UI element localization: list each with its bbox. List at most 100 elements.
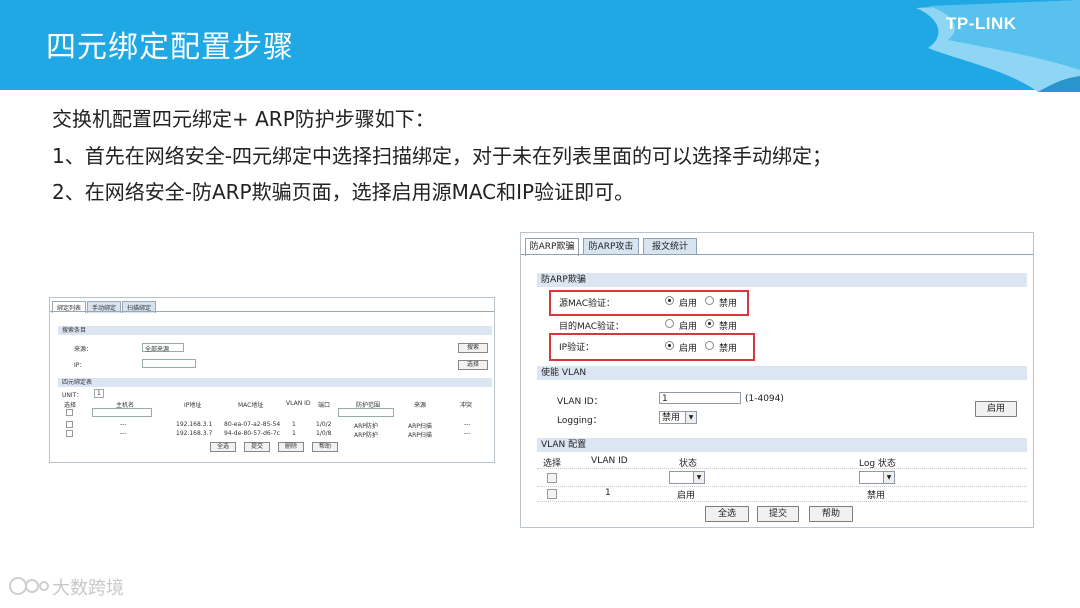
vlan-row-status: 启用 <box>677 491 696 501</box>
row-divider <box>537 501 1027 502</box>
row-1-port: 1/0/2 <box>316 421 332 428</box>
vlan-row-log-status: 禁用 <box>867 491 886 501</box>
src-mac-enable-label: 启用 <box>679 299 698 309</box>
dst-mac-label: 目的MAC验证： <box>559 322 625 332</box>
row-2-ip: 192.168.3.7 <box>176 430 213 437</box>
vlan-row-id: 1 <box>605 488 611 498</box>
column-ip: IP地址 <box>184 402 202 409</box>
logging-label: Logging： <box>557 416 602 426</box>
row-2-vlan: 1 <box>292 430 296 437</box>
watermark-icon <box>9 577 49 595</box>
select-button[interactable]: 选择 <box>458 360 488 370</box>
binding-tabs: 绑定列表 手动绑定 扫描绑定 <box>52 301 157 313</box>
select-all-button[interactable]: 全选 <box>210 442 236 452</box>
row-2-source: ARP扫描 <box>408 432 432 439</box>
column-vlan: VLAN ID <box>286 400 311 407</box>
step-1-line: 1、首先在网络安全-四元绑定中选择扫描绑定，对于未在列表里面的可以选择手动绑定； <box>52 144 832 168</box>
row-1-mac: 80-ea-07-a2-85-54 <box>224 421 281 428</box>
src-mac-disable-radio[interactable] <box>705 296 714 305</box>
vlan-range-hint: (1-4094) <box>745 394 784 404</box>
filter-checkbox[interactable] <box>66 409 73 416</box>
logging-select[interactable]: 禁用 ▼ <box>659 411 697 424</box>
ip-verify-disable-label: 禁用 <box>719 344 738 354</box>
protection-filter[interactable] <box>338 408 394 417</box>
row-1-ip: 192.168.3.1 <box>176 421 213 428</box>
tab-divider <box>521 254 1033 255</box>
row-1-checkbox[interactable] <box>66 421 73 428</box>
delete-button[interactable]: 删除 <box>278 442 304 452</box>
ip-input[interactable] <box>142 359 196 368</box>
submit-button[interactable]: 提交 <box>244 442 270 452</box>
row-1-hostname: --- <box>120 421 127 428</box>
help-button[interactable]: 帮助 <box>312 442 338 452</box>
log-filter-select[interactable]: ▼ <box>859 471 895 484</box>
arp-spoof-screenshot: 防ARP欺骗 防ARP攻击 报文统计 防ARP欺骗 源MAC验证： 启用 禁用 … <box>520 232 1034 528</box>
watermark-text: 大数跨境 <box>52 578 124 599</box>
row-1-conflict: --- <box>464 421 471 428</box>
column-select: 选择 <box>64 402 77 409</box>
row-2-protection: ARP防护 <box>354 432 378 439</box>
source-label: 来源： <box>74 346 93 353</box>
chevron-down-icon: ▼ <box>693 472 704 483</box>
column-conflict: 冲突 <box>460 402 473 409</box>
src-mac-label: 源MAC验证： <box>559 299 616 309</box>
column-source: 来源 <box>414 402 427 409</box>
column-mac: MAC地址 <box>238 402 264 409</box>
status-filter-select[interactable]: ▼ <box>669 471 705 484</box>
dst-mac-enable-radio[interactable] <box>665 319 674 328</box>
chevron-down-icon: ▼ <box>685 412 696 423</box>
search-section-header: 搜索条目 <box>58 326 492 335</box>
filter-divider <box>537 486 1027 487</box>
row-1-vlan: 1 <box>292 421 296 428</box>
ip-label: IP： <box>74 362 86 369</box>
column-vlan-id: VLAN ID <box>591 456 628 466</box>
hostname-filter[interactable] <box>92 408 152 417</box>
tp-link-logo: TP-LINK <box>946 14 1017 33</box>
binding-list-screenshot: 绑定列表 手动绑定 扫描绑定 搜索条目 来源： 全部来源 IP： 搜索 选择 四元绑… <box>49 297 495 463</box>
dst-mac-enable-label: 启用 <box>679 322 698 332</box>
tab-divider <box>50 311 494 312</box>
unit-value: 1 <box>97 390 101 397</box>
ip-verify-enable-radio[interactable] <box>665 341 674 350</box>
header-divider <box>537 468 1027 469</box>
row-1-protection: ARP防护 <box>354 423 378 430</box>
help-button[interactable]: 帮助 <box>809 506 853 522</box>
source-select[interactable]: 全部来源 <box>142 343 184 353</box>
step-2-line: 2、在网络安全-防ARP欺骗页面，选择启用源MAC和IP验证即可。 <box>52 180 635 204</box>
row-2-checkbox[interactable] <box>66 430 73 437</box>
intro-line: 交换机配置四元绑定+ ARP防护步骤如下： <box>52 107 435 131</box>
slide-title: 四元绑定配置步骤 <box>46 30 294 65</box>
dst-mac-disable-label: 禁用 <box>719 322 738 332</box>
search-button[interactable]: 搜索 <box>458 343 488 353</box>
vlan-id-label: VLAN ID： <box>557 397 603 407</box>
row-2-hostname: --- <box>120 430 127 437</box>
row-2-mac: 94-de-80-57-d6-7c <box>224 430 280 437</box>
row-1-source: ARP扫描 <box>408 423 432 430</box>
binding-table-header: 四元绑定表 <box>58 378 492 387</box>
select-all-button[interactable]: 全选 <box>705 506 749 522</box>
chevron-down-icon: ▼ <box>883 472 894 483</box>
vlan-enable-section-header: 使能 VLAN <box>537 366 1027 380</box>
tab-packet-stats[interactable]: 报文统计 <box>643 238 697 255</box>
filter-checkbox[interactable] <box>547 473 557 483</box>
column-port: 端口 <box>318 402 331 409</box>
src-mac-disable-label: 禁用 <box>719 299 738 309</box>
vlan-config-section-header: VLAN 配置 <box>537 438 1027 452</box>
arp-spoof-section-header: 防ARP欺骗 <box>537 273 1027 287</box>
src-mac-enable-radio[interactable] <box>665 296 674 305</box>
unit-label: UNIT： <box>62 392 83 399</box>
source-select-value: 全部来源 <box>145 346 170 353</box>
ip-verify-label: IP验证： <box>559 343 595 353</box>
ip-verify-enable-label: 启用 <box>679 344 698 354</box>
submit-button[interactable]: 提交 <box>757 506 799 522</box>
row-2-port: 1/0/8 <box>316 430 332 437</box>
enable-vlan-button[interactable]: 启用 <box>975 401 1017 417</box>
tab-arp-attack[interactable]: 防ARP攻击 <box>583 238 639 255</box>
vlan-row-checkbox[interactable] <box>547 489 557 499</box>
unit-selector[interactable]: 1 <box>94 389 104 398</box>
ip-verify-disable-radio[interactable] <box>705 341 714 350</box>
dst-mac-disable-radio[interactable] <box>705 319 714 328</box>
vlan-id-input[interactable]: 1 <box>659 392 741 404</box>
row-2-conflict: --- <box>464 430 471 437</box>
logging-select-value: 禁用 <box>662 413 681 423</box>
